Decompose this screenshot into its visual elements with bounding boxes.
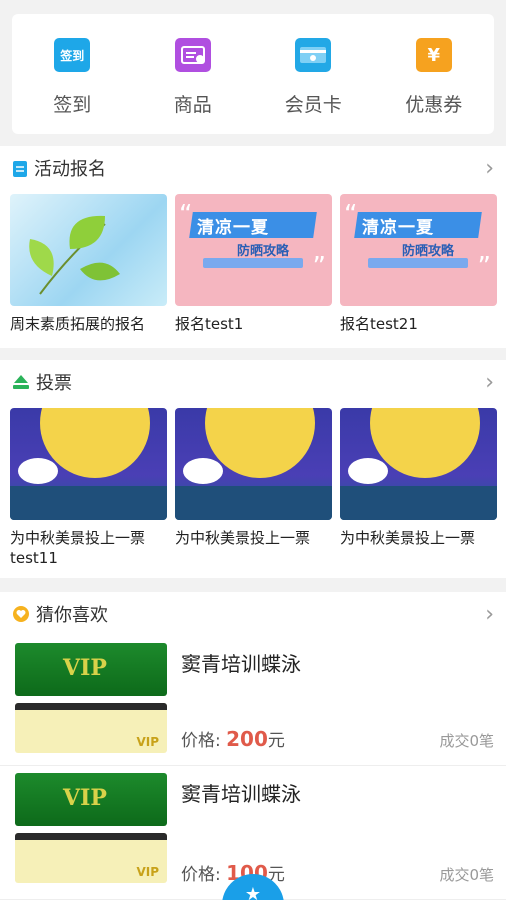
quick-label-coupon: 优惠券 (405, 94, 463, 116)
chevron-right-icon[interactable]: › (485, 602, 494, 627)
product-sales: 成交0笔 (439, 866, 494, 884)
mid-autumn-image (340, 408, 497, 520)
vote-card[interactable]: 为中秋美景投上一票 (175, 408, 332, 568)
guess-section: 猜你喜欢 › VIP VIP 窦青培训蝶泳 价格: 200元 成交0笔 VIP … (0, 592, 506, 900)
checkin-icon: 签到 (54, 38, 91, 72)
vote-title: 投票 (36, 373, 72, 394)
vote-card[interactable]: 为中秋美景投上一票test11 (10, 408, 167, 568)
vote-card-title: 为中秋美景投上一票 (340, 529, 476, 547)
vote-card[interactable]: 为中秋美景投上一票 (340, 408, 497, 568)
price-label: 价格: (181, 865, 221, 885)
quick-item-goods[interactable]: 商品 (133, 14, 254, 134)
activity-section: 活动报名 › 周末素质拓展的报名 清凉一夏 防晒攻略 “ ” 报名test1 清… (0, 146, 506, 348)
vote-list: 为中秋美景投上一票test11 为中秋美景投上一票 为中秋美景投上一票 (0, 408, 506, 568)
leaf-image (10, 194, 167, 306)
quick-item-membership-card[interactable]: 会员卡 (253, 14, 374, 134)
summer-banner-sub: 防晒攻略 (237, 244, 290, 259)
activity-card-title: 报名test1 (175, 315, 244, 333)
vote-card-title: 为中秋美景投上一票 (175, 529, 311, 547)
guess-title: 猜你喜欢 (36, 605, 108, 626)
summer-banner-main: 清凉一夏 (197, 218, 269, 238)
price-value: 200 (226, 727, 268, 751)
activity-card-title: 周末素质拓展的报名 (10, 315, 146, 333)
product-info: 窦青培训蝶泳 价格: 100元 成交0笔 (181, 766, 494, 899)
summer-banner-image: 清凉一夏 防晒攻略 “ ” (175, 194, 332, 306)
quick-menu: 签到 签到 商品 会员卡 ¥ 优惠券 (12, 14, 494, 134)
vip-card-image: VIP VIP (15, 773, 167, 883)
vip-card-label: VIP (136, 735, 159, 749)
product-sales: 成交0笔 (439, 732, 494, 750)
quick-item-coupon[interactable]: ¥ 优惠券 (374, 14, 495, 134)
vote-section: 投票 › 为中秋美景投上一票test11 为中秋美景投上一票 为中秋美景投上一票 (0, 360, 506, 578)
vip-card-image: VIP VIP (15, 643, 167, 753)
quick-label-goods: 商品 (173, 94, 212, 116)
product-title: 窦青培训蝶泳 (181, 782, 301, 806)
coupon-icon: ¥ (415, 38, 452, 72)
quick-label-membership-card: 会员卡 (284, 94, 342, 116)
vip-card-label: VIP (63, 655, 107, 681)
star-icon: ★ (244, 884, 262, 900)
summer-banner-main: 清凉一夏 (362, 218, 434, 238)
activity-list: 周末素质拓展的报名 清凉一夏 防晒攻略 “ ” 报名test1 清凉一夏 防晒攻… (0, 194, 506, 334)
activity-header[interactable]: 活动报名 › (0, 146, 506, 190)
goods-icon (174, 38, 211, 72)
price-label: 价格: (181, 731, 221, 751)
vote-header[interactable]: 投票 › (0, 360, 506, 404)
clipboard-icon (13, 161, 27, 177)
membership-card-icon (295, 38, 332, 72)
quick-label-checkin: 签到 (53, 94, 92, 116)
summer-banner-image: 清凉一夏 防晒攻略 “ ” (340, 194, 497, 306)
product-title: 窦青培训蝶泳 (181, 652, 301, 676)
product-price: 价格: 200元 (181, 726, 285, 751)
guess-header[interactable]: 猜你喜欢 › (0, 592, 506, 636)
vote-icon (13, 375, 29, 389)
product-item[interactable]: VIP VIP 窦青培训蝶泳 价格: 200元 成交0笔 (0, 636, 506, 766)
heart-badge-icon (13, 606, 29, 622)
chevron-right-icon[interactable]: › (485, 156, 494, 181)
activity-card[interactable]: 周末素质拓展的报名 (10, 194, 167, 334)
activity-card[interactable]: 清凉一夏 防晒攻略 “ ” 报名test21 (340, 194, 497, 334)
activity-card[interactable]: 清凉一夏 防晒攻略 “ ” 报名test1 (175, 194, 332, 334)
vip-card-label: VIP (136, 865, 159, 879)
chevron-right-icon[interactable]: › (485, 370, 494, 395)
vip-card-label: VIP (63, 785, 107, 811)
product-info: 窦青培训蝶泳 价格: 200元 成交0笔 (181, 636, 494, 765)
activity-title: 活动报名 (34, 159, 106, 180)
activity-card-title: 报名test21 (340, 315, 418, 333)
price-unit: 元 (267, 731, 285, 751)
mid-autumn-image (175, 408, 332, 520)
vote-card-title: 为中秋美景投上一票test11 (10, 529, 146, 567)
checkin-icon-text: 签到 (60, 48, 85, 63)
mid-autumn-image (10, 408, 167, 520)
quick-item-checkin[interactable]: 签到 签到 (12, 14, 133, 134)
summer-banner-sub: 防晒攻略 (402, 244, 455, 259)
